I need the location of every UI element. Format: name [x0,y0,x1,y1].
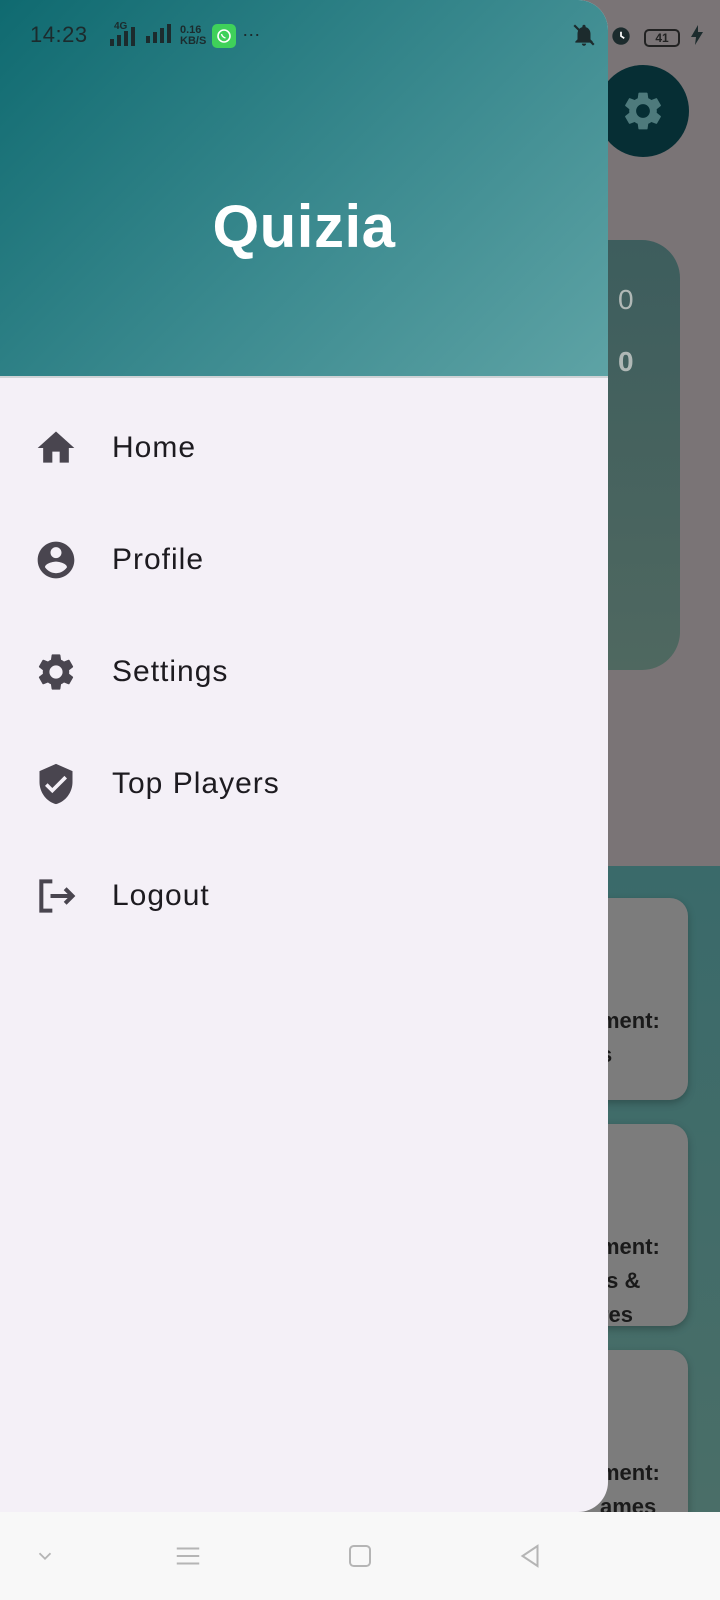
navigation-drawer: Quizia Home Profile Settings Top Players [0,0,608,1512]
battery-icon: 41 [644,28,680,47]
drawer-item-profile[interactable]: Profile [0,504,608,616]
drawer-item-settings[interactable]: Settings [0,616,608,728]
mute-icon [570,22,598,53]
signal-icon: 4G [108,21,138,47]
whatsapp-icon [212,23,237,48]
gear-icon [34,650,78,694]
back-icon[interactable] [510,1536,550,1576]
background-settings-button [597,65,689,157]
chevron-down-icon[interactable] [25,1536,65,1576]
app-title: Quizia [212,193,396,260]
background-score-top: 0 [618,284,634,315]
drawer-item-label: Top Players [112,767,280,800]
status-right-icons: 41 [570,22,704,53]
alarm-icon [608,22,634,53]
more-icon: ⋯ [242,25,262,45]
drawer-item-label: Profile [112,543,205,576]
network-speed: 0.16 KB/S [180,23,207,47]
drawer-item-home[interactable]: Home [0,392,608,504]
status-bar: 14:23 4G 0.16 KB/S ⋯ 41 [0,0,720,72]
signal-icon [144,22,174,49]
gear-icon [625,92,661,130]
background-score-bottom: 0 [618,346,634,377]
account-circle-icon [34,538,78,582]
drawer-menu: Home Profile Settings Top Players Logout [0,392,608,952]
drawer-item-logout[interactable]: Logout [0,840,608,952]
home-icon [34,426,78,470]
background-card-text: ment: [600,1008,660,1033]
logout-icon [34,874,78,918]
menu-icon[interactable] [168,1536,208,1576]
home-square-icon[interactable] [340,1536,380,1576]
system-nav-bar [0,1512,720,1600]
status-left-icons: 4G 0.16 KB/S ⋯ [108,21,262,49]
status-time: 14:23 [30,22,88,47]
background-card-text: ment: [600,1460,660,1485]
drawer-item-label: Logout [112,879,210,912]
drawer-item-top-players[interactable]: Top Players [0,728,608,840]
drawer-item-label: Home [112,431,197,464]
background-card-text: ment: [600,1234,660,1259]
verified-shield-icon [34,762,78,806]
charging-icon [690,24,704,51]
drawer-item-label: Settings [112,655,229,688]
